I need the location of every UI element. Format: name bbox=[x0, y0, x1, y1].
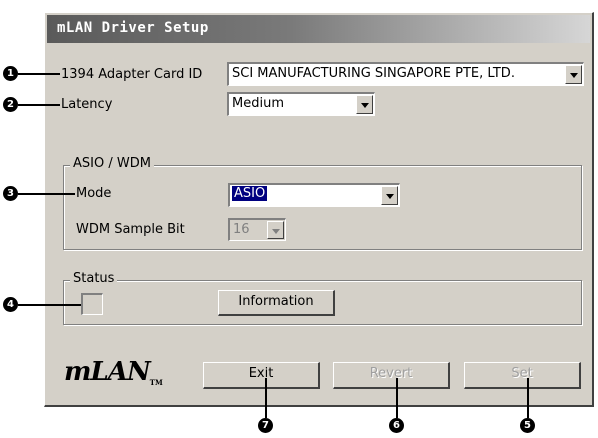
callout-2-leader bbox=[18, 104, 60, 106]
wdm-sample-bit-value: 16 bbox=[233, 222, 250, 237]
callout-2: 2 bbox=[3, 97, 18, 112]
chevron-down-icon[interactable] bbox=[267, 221, 284, 239]
title-bar: mLAN Driver Setup bbox=[47, 15, 590, 43]
callout-5-leader bbox=[527, 378, 529, 418]
callout-4: 4 bbox=[3, 297, 18, 312]
callout-7: 7 bbox=[258, 418, 273, 433]
callout-6: 6 bbox=[389, 418, 404, 433]
information-button[interactable]: Information bbox=[218, 290, 335, 316]
chevron-down-icon[interactable] bbox=[356, 95, 373, 114]
callout-1-leader bbox=[18, 73, 60, 75]
mode-select[interactable]: ASIO bbox=[228, 183, 400, 207]
wdm-sample-bit-label: WDM Sample Bit bbox=[76, 222, 185, 237]
mode-value: ASIO bbox=[232, 186, 268, 201]
status-group-title: Status bbox=[70, 271, 118, 286]
callout-5: 5 bbox=[520, 418, 535, 433]
callout-3-leader bbox=[18, 193, 75, 195]
window-title: mLAN Driver Setup bbox=[57, 20, 209, 36]
callout-1: 1 bbox=[3, 66, 18, 81]
asio-wdm-group-title: ASIO / WDM bbox=[70, 156, 154, 171]
status-indicator bbox=[81, 293, 103, 315]
revert-button[interactable]: Revert bbox=[333, 362, 450, 389]
mode-label: Mode bbox=[76, 186, 112, 201]
callout-3: 3 bbox=[3, 186, 18, 201]
adapter-card-id-select[interactable]: SCI MANUFACTURING SINGAPORE PTE, LTD. bbox=[227, 62, 584, 86]
exit-button[interactable]: Exit bbox=[203, 362, 320, 389]
chevron-down-icon[interactable] bbox=[565, 65, 582, 84]
latency-value: Medium bbox=[232, 96, 284, 111]
asio-wdm-group bbox=[63, 165, 582, 250]
mlan-logo: mLANTM bbox=[64, 357, 163, 387]
adapter-card-id-value: SCI MANUFACTURING SINGAPORE PTE, LTD. bbox=[232, 66, 515, 81]
adapter-card-id-label: 1394 Adapter Card ID bbox=[61, 67, 203, 82]
latency-label: Latency bbox=[61, 97, 113, 112]
callout-7-leader bbox=[265, 378, 267, 418]
set-button[interactable]: Set bbox=[464, 362, 581, 389]
chevron-down-icon[interactable] bbox=[381, 186, 398, 205]
callout-4-leader bbox=[18, 304, 81, 306]
wdm-sample-bit-select[interactable]: 16 bbox=[228, 218, 286, 241]
latency-select[interactable]: Medium bbox=[227, 92, 375, 116]
callout-6-leader bbox=[396, 378, 398, 418]
